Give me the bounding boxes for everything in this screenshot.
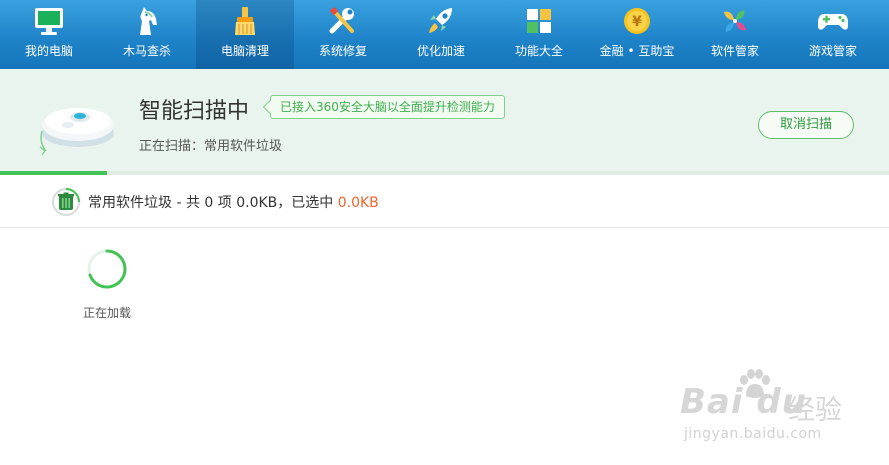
category-summary: 常用软件垃圾 - 共 0 项 0.0KB，已选中 0.0KB	[88, 192, 379, 212]
wrench-icon	[326, 5, 360, 37]
loading-text: 正在加载	[83, 306, 132, 320]
robot-vacuum-icon	[36, 85, 118, 157]
category-selected-size: 0.0KB	[337, 195, 379, 211]
baidu-jingyan-watermark: Bai du 经验 jingyan.baidu.com	[676, 368, 846, 452]
windmill-icon	[718, 5, 752, 37]
coin-icon: ¥	[620, 5, 654, 37]
nav-label: 游戏管家	[808, 44, 857, 58]
nav-label: 系统修复	[318, 44, 367, 58]
gamepad-icon	[816, 5, 850, 37]
nav-item-computer-cleanup[interactable]: 电脑清理	[196, 0, 294, 69]
nav-item-my-computer[interactable]: 我的电脑	[0, 0, 98, 69]
scan-title: 智能扫描中	[139, 99, 250, 124]
cancel-scan-button[interactable]: 取消扫描	[758, 111, 854, 139]
nav-label: 我的电脑	[24, 44, 73, 58]
nav-item-game-manager[interactable]: 游戏管家	[784, 0, 882, 69]
scan-header: 智能扫描中 已接入360安全大脑以全面提升检测能力 正在扫描：常用软件垃圾 取消…	[0, 69, 889, 175]
category-row[interactable]: 常用软件垃圾 - 共 0 项 0.0KB，已选中 0.0KB	[0, 175, 889, 228]
nav-item-finance[interactable]: ¥ 金融 • 互助宝	[588, 0, 686, 69]
loading-spinner-icon	[86, 248, 128, 290]
scan-tip-badge: 已接入360安全大脑以全面提升检测能力	[270, 95, 505, 119]
watermark-jingyan: 经验	[788, 395, 842, 426]
svg-text:¥: ¥	[632, 14, 642, 30]
grid-icon	[522, 5, 556, 37]
nav-item-system-repair[interactable]: 系统修复	[294, 0, 392, 69]
watermark-url: jingyan.baidu.com	[684, 426, 822, 442]
monitor-icon	[32, 5, 66, 37]
horse-icon	[130, 5, 164, 37]
nav-label: 功能大全	[514, 44, 563, 58]
nav-label: 木马查杀	[122, 44, 171, 58]
nav-label: 软件管家	[710, 44, 759, 58]
nav-label: 优化加速	[416, 44, 465, 58]
top-navigation: 我的电脑 木马查杀 电脑清理 系统修复 优化加速 功能大全 ¥ 金融 • 互助宝…	[0, 0, 889, 69]
nav-item-optimize[interactable]: 优化加速	[392, 0, 490, 69]
nav-item-software-manager[interactable]: 软件管家	[686, 0, 784, 69]
broom-icon	[228, 5, 262, 37]
nav-label: 电脑清理	[220, 44, 269, 58]
rocket-icon	[424, 5, 458, 37]
nav-label: 金融 • 互助宝	[599, 44, 675, 58]
scan-status: 正在扫描：常用软件垃圾	[139, 139, 283, 154]
nav-item-trojan-scan[interactable]: 木马查杀	[98, 0, 196, 69]
category-summary-text: 常用软件垃圾 - 共 0 项 0.0KB，已选中	[88, 195, 338, 211]
trash-icon	[51, 187, 81, 217]
nav-item-all-features[interactable]: 功能大全	[490, 0, 588, 69]
